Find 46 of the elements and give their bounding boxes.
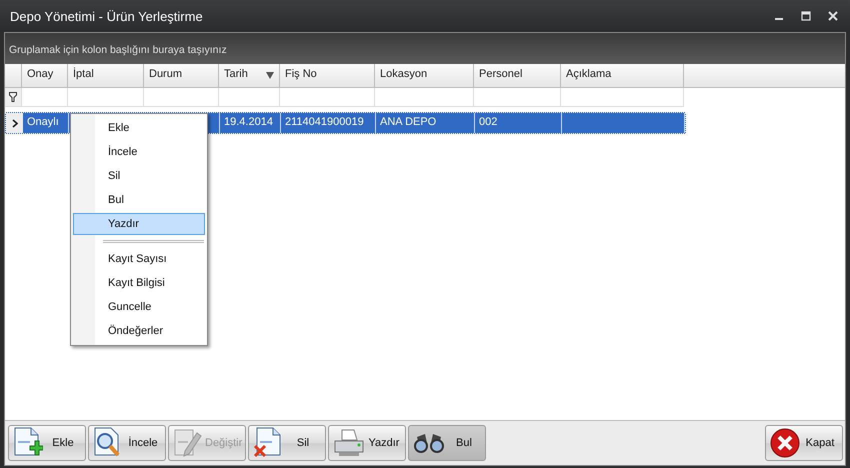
pencil-document-icon <box>173 427 203 459</box>
menu-item[interactable]: Kayıt Bilgisi <box>73 272 205 294</box>
filter-cell[interactable] <box>375 88 474 107</box>
filter-cell[interactable] <box>561 88 684 107</box>
table-cell: ANA DEPO <box>380 116 436 128</box>
row-indicator-icon <box>12 118 18 128</box>
maximize-icon[interactable] <box>801 11 811 21</box>
binoculars-icon <box>413 431 445 455</box>
table-cell: 2114041900019 <box>285 116 364 128</box>
menu-item[interactable]: Bul <box>73 189 205 211</box>
filter-cell[interactable] <box>144 88 219 107</box>
close-button[interactable]: Kapat <box>765 425 843 461</box>
menu-item[interactable]: Sil <box>73 165 205 187</box>
filter-cell[interactable] <box>219 88 280 107</box>
close-icon[interactable] <box>828 11 838 21</box>
column-header[interactable]: Tarih <box>219 64 280 87</box>
toolbar-button[interactable]: Ekle <box>8 425 86 461</box>
menu-item[interactable]: Guncelle <box>73 296 205 318</box>
menu-item[interactable]: Kayıt Sayısı <box>73 248 205 270</box>
column-header[interactable]: Onay <box>22 64 68 87</box>
printer-icon <box>333 428 365 458</box>
column-header[interactable]: Durum <box>144 64 219 87</box>
window-title: Depo Yönetimi - Ürün Yerleştirme <box>10 8 203 24</box>
table-cell: 19.4.2014 <box>224 116 273 128</box>
close-icon <box>770 428 800 458</box>
column-header[interactable]: Personel <box>474 64 561 87</box>
filter-cell[interactable] <box>474 88 561 107</box>
menu-item[interactable]: İncele <box>73 141 205 163</box>
toolbar-button[interactable]: Yazdır <box>328 425 406 461</box>
menu-item[interactable]: Yazdır <box>73 213 205 235</box>
filter-icon[interactable] <box>9 92 17 102</box>
filter-cell[interactable] <box>68 88 144 107</box>
table-cell: Onaylı <box>27 116 59 128</box>
column-header[interactable]: Lokasyon <box>375 64 474 87</box>
column-header[interactable]: Fiş No <box>280 64 375 87</box>
toolbar-button[interactable]: İncele <box>88 425 166 461</box>
filter-cell[interactable] <box>22 88 68 107</box>
toolbar-button[interactable]: Sil <box>248 425 326 461</box>
toolbar-button[interactable]: Bul <box>408 425 486 461</box>
group-hint: Gruplamak için kolon başlığını buraya taşıyınız <box>9 44 227 56</box>
table-cell: 002 <box>479 116 498 128</box>
filter-cell[interactable] <box>280 88 375 107</box>
menu-item[interactable]: Öndeğerler <box>73 320 205 342</box>
column-header[interactable]: Açıklama <box>561 64 684 87</box>
column-header[interactable]: İptal <box>68 64 144 87</box>
document-delete-icon <box>253 427 283 459</box>
